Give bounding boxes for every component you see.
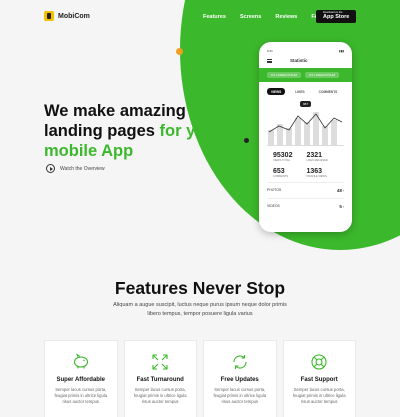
lifebuoy-icon (284, 353, 356, 371)
phone-chart: 987 (267, 100, 344, 146)
main-nav: Features Screens Reviews FAQs (203, 14, 326, 20)
stat-number: 1363 (306, 168, 323, 175)
feature-name: Free Updates (220, 377, 259, 383)
stat-comments: 653 COMMENTS (273, 168, 305, 182)
stat-number: 95302 (273, 152, 293, 159)
feature-name: Fast Turnaround (136, 377, 184, 383)
logo-text: MobiCom (58, 12, 90, 20)
phone-app-bar: Statistic (259, 53, 352, 63)
stat-number: 2321 (306, 152, 323, 159)
nav-screens[interactable]: Screens (240, 14, 261, 20)
hero-title: We make amazing landing pages for your m… (44, 101, 244, 161)
stat-views: 95302 VIEWS TOTAL (273, 152, 305, 166)
tab-views[interactable]: VIEWS (267, 88, 286, 95)
stat-label: PROFILE VIEWS (306, 175, 327, 178)
watch-label: Watch the Overview (60, 165, 105, 172)
phone-green-band: 9.5 LOREM IPSUM 9.5 LOREM IPSUM (259, 68, 352, 82)
phone-tabs: VIEWS LIKES COMMENTS (259, 82, 352, 95)
menu-icon (267, 58, 272, 63)
battery-icon: ▮▮▮ (339, 49, 344, 53)
orange-dot (176, 48, 183, 55)
expand-arrows-icon (125, 353, 197, 371)
feature-desc: Semper lacus cursus porta, feugiat primi… (133, 387, 187, 404)
feature-card: Free Updates Semper lacus cursus porta, … (203, 340, 277, 417)
band-pill: 9.5 LOREM IPSUM (305, 72, 340, 78)
stat-label: COMMENTS (273, 175, 289, 178)
phone-time: 9:41 (267, 49, 273, 53)
stat-profile-views: 1363 PROFILE VIEWS (307, 168, 339, 182)
row-photos[interactable]: PHOTOS 48 › (267, 182, 344, 198)
chevron-right-icon: › (342, 205, 344, 209)
hero-title-green1: for (159, 122, 182, 140)
stat-label: VIEWS TOTAL (273, 159, 291, 162)
watch-overview-link[interactable]: Watch the Overview (46, 164, 105, 173)
stat-number: 653 (273, 168, 285, 175)
row-value: 48 (336, 188, 342, 193)
phone-title: Statistic (290, 58, 308, 63)
feature-desc: Semper lacus cursus porta, feugiat primi… (213, 387, 267, 404)
phone-rows: PHOTOS 48 › VIDEOS 5 › (259, 182, 352, 214)
row-label: PHOTOS (267, 188, 282, 192)
logo[interactable]: MobiCom (44, 11, 90, 21)
feature-card: Fast Support Semper lacus cursus porta, … (282, 340, 356, 417)
stat-label: LIKES RECIEVED (306, 159, 328, 162)
band-pill: 9.5 LOREM IPSUM (267, 72, 302, 78)
tab-comments[interactable]: COMMENTS (315, 88, 342, 95)
phone-status-bar: 9:41 ▮▮▮ (259, 42, 352, 53)
appstore-big-text: App Store (323, 14, 350, 21)
nav-features[interactable]: Features (203, 14, 226, 20)
chart-bubble: 987 (300, 101, 312, 107)
feature-desc: Semper lacus cursus porta, feugiat primi… (292, 387, 346, 404)
logo-icon (44, 11, 54, 21)
dark-dot (244, 138, 249, 143)
chevron-right-icon: › (342, 189, 344, 193)
features-title: Features Never Stop (114, 278, 286, 298)
stat-likes: 2321 LIKES RECIEVED (307, 152, 339, 166)
feature-cards: Super Affordable Semper lacus cursus por… (44, 340, 356, 417)
play-icon (46, 164, 55, 173)
refresh-icon (204, 353, 276, 371)
feature-card: Super Affordable Semper lacus cursus por… (44, 340, 118, 417)
nav-reviews[interactable]: Reviews (275, 14, 297, 20)
piggy-bank-icon (45, 353, 117, 371)
row-videos[interactable]: VIDEOS 5 › (267, 198, 344, 214)
feature-desc: Semper lacus cursus porta, feugiat primi… (54, 387, 108, 404)
appstore-button[interactable]: Download on the App Store (316, 10, 356, 23)
row-label: VIDEOS (267, 204, 280, 208)
phone-mockup: 9:41 ▮▮▮ Statistic 9.5 LOREM IPSUM 9.5 L… (259, 42, 352, 232)
feature-card: Fast Turnaround Semper lacus cursus port… (123, 340, 197, 417)
tab-likes[interactable]: LIKES (291, 88, 308, 95)
row-value: 5 (339, 204, 342, 209)
phone-stats: 95302 VIEWS TOTAL 2321 LIKES RECIEVED 65… (259, 146, 352, 182)
features-subtitle: Aliquam a augue suscipit, luctus neque p… (113, 302, 287, 317)
feature-name: Super Affordable (56, 377, 105, 383)
feature-name: Fast Support (300, 377, 338, 383)
